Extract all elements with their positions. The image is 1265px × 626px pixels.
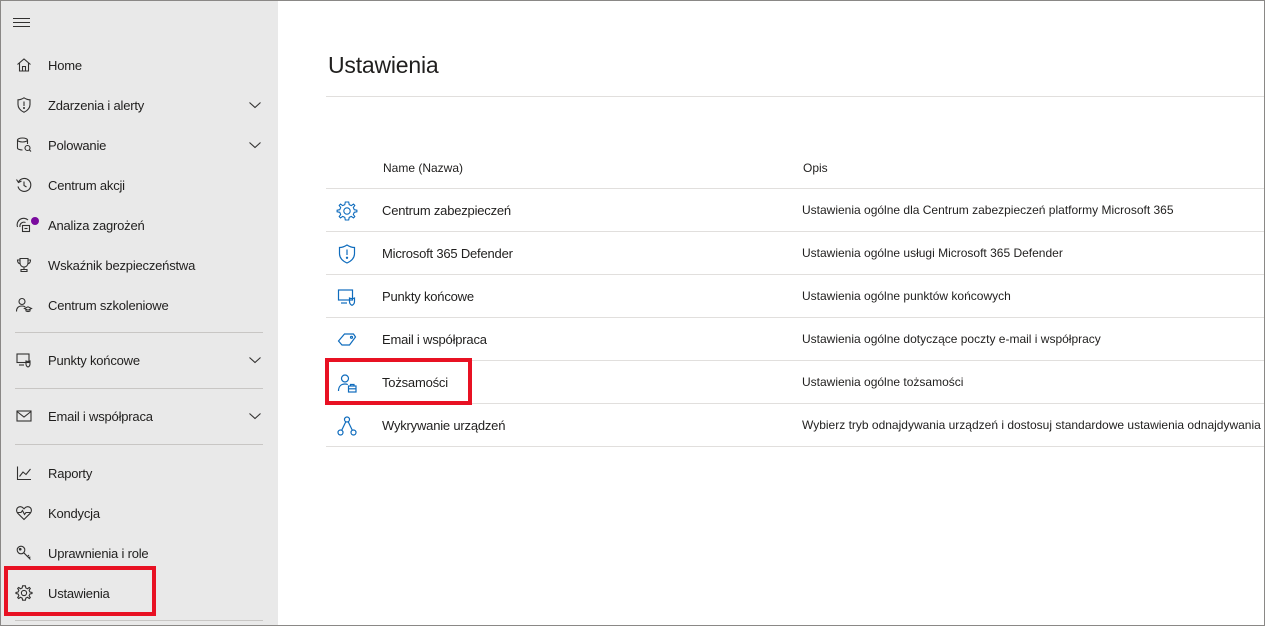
identity-icon (336, 372, 358, 394)
row-name[interactable]: Tożsamości (382, 375, 448, 390)
sidebar-item-label: Zdarzenia i alerty (48, 97, 145, 113)
row-description: Ustawienia ogólne dotyczące poczty e-mai… (802, 332, 1101, 346)
row-description: Ustawienia ogólne dla Centrum zabezpiecz… (802, 203, 1174, 217)
row-description: Ustawienia ogólne usługi Microsoft 365 D… (802, 246, 1063, 260)
main-content: Ustawienia Name (Nazwa) Opis Centrum zab… (278, 1, 1264, 625)
sidebar-item-label: Kondycja (48, 505, 100, 521)
sidebar-divider (15, 620, 263, 621)
sidebar-item-permissions[interactable]: Uprawnienia i role (1, 533, 278, 573)
gear-icon (336, 200, 358, 222)
sidebar-divider (15, 332, 263, 333)
sidebar-item-label: Uprawnienia i role (48, 545, 149, 561)
row-description: Ustawienia ogólne punktów końcowych (802, 289, 1011, 303)
sidebar-item-hunting[interactable]: Polowanie (1, 125, 278, 165)
shield-icon (336, 243, 358, 265)
sidebar-item-action-center[interactable]: Centrum akcji (1, 165, 278, 205)
sidebar-item-label: Email i współpraca (48, 408, 153, 424)
chevron-down-icon[interactable] (248, 409, 262, 423)
network-icon (336, 415, 358, 437)
sidebar-item-label: Ustawienia (48, 585, 110, 601)
title-divider (326, 96, 1264, 97)
heart-icon (15, 504, 33, 522)
trophy-icon (15, 256, 33, 274)
chevron-down-icon[interactable] (248, 98, 262, 112)
sidebar-item-label: Home (48, 57, 82, 73)
sidebar-item-settings[interactable]: Ustawienia (1, 573, 278, 613)
endpoints-icon (15, 351, 33, 369)
chart-icon (15, 464, 33, 482)
sidebar-divider (15, 444, 263, 445)
sidebar-item-label: Analiza zagrożeń (48, 217, 145, 233)
column-header-description[interactable]: Opis (803, 161, 828, 175)
sidebar-item-label: Polowanie (48, 137, 107, 153)
hamburger-menu-icon[interactable] (13, 15, 33, 31)
chevron-down-icon[interactable] (248, 138, 262, 152)
gear-icon (15, 584, 33, 602)
table-row-device-discovery[interactable]: Wykrywanie urządzeń Wybierz tryb odnajdy… (326, 404, 1264, 447)
table-row-m365-defender[interactable]: Microsoft 365 Defender Ustawienia ogólne… (326, 232, 1264, 275)
endpoint-shield-icon (336, 286, 358, 308)
row-name[interactable]: Wykrywanie urządzeń (382, 418, 505, 433)
sidebar-item-label: Wskaźnik bezpieczeństwa (48, 257, 196, 273)
tag-icon (336, 329, 358, 351)
home-icon (15, 56, 33, 74)
sidebar-item-label: Centrum akcji (48, 177, 125, 193)
hunting-icon (15, 136, 33, 154)
chevron-down-icon[interactable] (248, 353, 262, 367)
sidebar-item-incidents[interactable]: Zdarzenia i alerty (1, 85, 278, 125)
row-name[interactable]: Email i współpraca (382, 332, 487, 347)
sidebar-item-secure-score[interactable]: Wskaźnik bezpieczeństwa (1, 245, 278, 285)
table-row-security-center[interactable]: Centrum zabezpieczeń Ustawienia ogólne d… (326, 189, 1264, 232)
sidebar-item-email-collaboration[interactable]: Email i współpraca (1, 396, 278, 436)
settings-table: Name (Nazwa) Opis Centrum zabezpieczeń U… (326, 146, 1264, 447)
sidebar-divider (15, 388, 263, 389)
key-icon (15, 544, 33, 562)
row-description: Wybierz tryb odnajdywania urządzeń i dos… (802, 418, 1261, 432)
sidebar-item-label: Centrum szkoleniowe (48, 297, 169, 313)
sidebar-item-label: Raporty (48, 465, 93, 481)
mail-icon (15, 407, 33, 425)
row-name[interactable]: Microsoft 365 Defender (382, 246, 513, 261)
notification-dot (31, 217, 39, 225)
sidebar-item-health[interactable]: Kondycja (1, 493, 278, 533)
history-icon (15, 176, 33, 194)
table-row-identities[interactable]: Tożsamości Ustawienia ogólne tożsamości (326, 361, 1264, 404)
table-row-endpoints[interactable]: Punkty końcowe Ustawienia ogólne punktów… (326, 275, 1264, 318)
sidebar-item-label: Punkty końcowe (48, 352, 140, 368)
sidebar-item-threat-analytics[interactable]: Analiza zagrożeń (1, 205, 278, 245)
row-name[interactable]: Centrum zabezpieczeń (382, 203, 511, 218)
sidebar-item-endpoints[interactable]: Punkty końcowe (1, 340, 278, 380)
row-description: Ustawienia ogólne tożsamości (802, 375, 964, 389)
column-header-name[interactable]: Name (Nazwa) (383, 161, 463, 175)
table-row-email-collaboration[interactable]: Email i współpraca Ustawienia ogólne dot… (326, 318, 1264, 361)
learning-icon (15, 296, 33, 314)
table-header: Name (Nazwa) Opis (326, 146, 1264, 189)
sidebar-item-home[interactable]: Home (1, 45, 278, 85)
row-name[interactable]: Punkty końcowe (382, 289, 474, 304)
shield-icon (15, 96, 33, 114)
page-title: Ustawienia (328, 52, 439, 78)
sidebar-nav: Home Zdarzenia i alerty Polowanie Centru… (1, 1, 278, 625)
sidebar-item-learning-hub[interactable]: Centrum szkoleniowe (1, 285, 278, 325)
sidebar-item-reports[interactable]: Raporty (1, 453, 278, 493)
